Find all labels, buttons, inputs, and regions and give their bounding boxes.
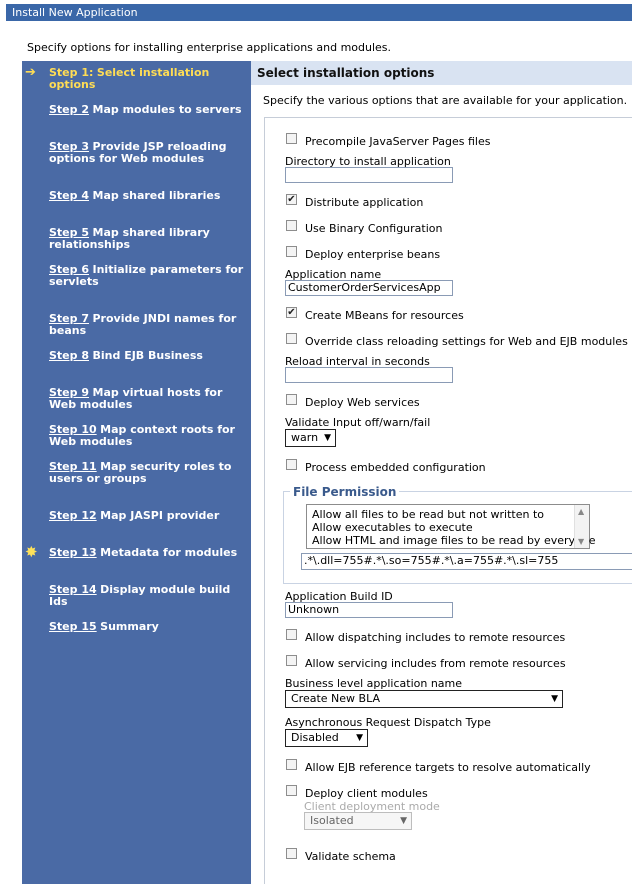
listbox-scrollbar[interactable]: ▲ ▼ bbox=[574, 505, 589, 548]
bla-name-select[interactable]: Create New BLA ▼ bbox=[285, 690, 563, 708]
allow-dispatch-label: Allow dispatching includes to remote res… bbox=[305, 631, 566, 644]
step-14[interactable]: Step 14 Display module build Ids bbox=[49, 584, 249, 608]
step-7[interactable]: Step 7 Provide JNDI names for beans bbox=[49, 313, 249, 337]
deploy-ejb-checkbox[interactable] bbox=[286, 246, 297, 257]
file-permission-listbox[interactable]: Allow all files to be read but not writt… bbox=[306, 504, 596, 549]
dropdown-arrow-icon: ▼ bbox=[356, 733, 363, 743]
precompile-jsp-checkbox[interactable] bbox=[286, 133, 297, 144]
step-15[interactable]: Step 15 Summary bbox=[49, 621, 249, 633]
file-permission-option[interactable]: Allow HTML and image files to be read by… bbox=[312, 534, 596, 547]
step-11[interactable]: Step 11 Map security roles to users or g… bbox=[49, 461, 249, 485]
process-embedded-label: Process embedded configuration bbox=[305, 461, 486, 474]
file-permission-legend: File Permission bbox=[290, 485, 400, 499]
wizard-steps-sidebar: ➔ Step 1: Select installation options St… bbox=[22, 61, 251, 884]
override-reload-checkbox[interactable] bbox=[286, 333, 297, 344]
window-title-bar: Install New Application bbox=[6, 4, 632, 21]
distribute-app-label: Distribute application bbox=[305, 196, 424, 209]
allow-servicing-label: Allow servicing includes from remote res… bbox=[305, 657, 566, 670]
scroll-down-icon[interactable]: ▼ bbox=[578, 537, 584, 546]
dropdown-arrow-icon: ▼ bbox=[400, 816, 407, 826]
step-9[interactable]: Step 9 Map virtual hosts for Web modules bbox=[49, 387, 249, 411]
bla-name-label: Business level application name bbox=[285, 677, 463, 690]
validate-schema-checkbox[interactable] bbox=[286, 848, 297, 859]
allow-ejb-ref-label: Allow EJB reference targets to resolve a… bbox=[305, 761, 591, 774]
file-permission-input[interactable]: .*\.dll=755#.*\.so=755#.*\.a=755#.*\.sl=… bbox=[301, 553, 632, 570]
validate-schema-label: Validate schema bbox=[305, 850, 396, 863]
step-13[interactable]: Step 13 Metadata for modules bbox=[49, 547, 249, 559]
scroll-up-icon[interactable]: ▲ bbox=[578, 507, 584, 516]
allow-ejb-ref-checkbox[interactable] bbox=[286, 759, 297, 770]
create-mbeans-checkbox[interactable]: ✔ bbox=[286, 307, 297, 318]
deploy-ws-checkbox[interactable] bbox=[286, 394, 297, 405]
step-6[interactable]: Step 6 Initialize parameters for servlet… bbox=[49, 264, 249, 288]
create-mbeans-label: Create MBeans for resources bbox=[305, 309, 464, 322]
precompile-jsp-label: Precompile JavaServer Pages files bbox=[305, 135, 491, 148]
validate-input-select[interactable]: warn ▼ bbox=[285, 429, 336, 447]
step-3[interactable]: Step 3 Provide JSP reloading options for… bbox=[49, 141, 249, 165]
deploy-ejb-label: Deploy enterprise beans bbox=[305, 248, 441, 261]
allow-servicing-checkbox[interactable] bbox=[286, 655, 297, 666]
section-header: Select installation options bbox=[251, 61, 632, 85]
binary-config-label: Use Binary Configuration bbox=[305, 222, 443, 235]
validate-input-value: warn bbox=[291, 431, 319, 444]
install-dir-input[interactable] bbox=[285, 167, 453, 183]
file-permission-option[interactable]: Allow all files to be read but not writt… bbox=[312, 508, 544, 521]
binary-config-checkbox[interactable] bbox=[286, 220, 297, 231]
client-mode-value: Isolated bbox=[310, 814, 354, 827]
step-10[interactable]: Step 10 Map context roots for Web module… bbox=[49, 424, 249, 448]
client-mode-select[interactable]: Isolated ▼ bbox=[304, 812, 412, 830]
async-dispatch-value: Disabled bbox=[291, 731, 339, 744]
step-5[interactable]: Step 5 Map shared library relationships bbox=[49, 227, 249, 251]
allow-dispatch-checkbox[interactable] bbox=[286, 629, 297, 640]
async-dispatch-select[interactable]: Disabled ▼ bbox=[285, 729, 368, 747]
distribute-app-checkbox[interactable]: ✔ bbox=[286, 194, 297, 205]
app-name-input[interactable]: CustomerOrderServicesApp bbox=[285, 280, 453, 296]
process-embedded-checkbox[interactable] bbox=[286, 459, 297, 470]
bla-name-value: Create New BLA bbox=[291, 692, 380, 705]
step-8[interactable]: Step 8 Bind EJB Business bbox=[49, 350, 249, 362]
step-12[interactable]: Step 12 Map JASPI provider bbox=[49, 510, 249, 522]
step-2[interactable]: Step 2 Map modules to servers bbox=[49, 104, 249, 116]
file-permission-option[interactable]: Allow executables to execute bbox=[312, 521, 473, 534]
window-title: Install New Application bbox=[12, 6, 138, 19]
deploy-client-checkbox[interactable] bbox=[286, 785, 297, 796]
step-1: Step 1: Select installation options bbox=[49, 66, 210, 91]
dropdown-arrow-icon: ▼ bbox=[551, 694, 558, 704]
deploy-ws-label: Deploy Web services bbox=[305, 396, 420, 409]
reload-interval-input[interactable] bbox=[285, 367, 453, 383]
validate-input-label: Validate Input off/warn/fail bbox=[285, 416, 431, 429]
override-reload-label: Override class reloading settings for We… bbox=[305, 335, 628, 348]
step-4[interactable]: Step 4 Map shared libraries bbox=[49, 190, 249, 202]
section-description: Specify the various options that are ava… bbox=[263, 94, 628, 107]
deploy-client-label: Deploy client modules bbox=[305, 787, 428, 800]
dropdown-arrow-icon: ▼ bbox=[324, 433, 331, 443]
page-intro: Specify options for installing enterpris… bbox=[27, 41, 392, 54]
burst-star-icon: ✸ bbox=[25, 543, 38, 561]
build-id-input[interactable]: Unknown bbox=[285, 602, 453, 618]
async-dispatch-label: Asynchronous Request Dispatch Type bbox=[285, 716, 491, 729]
current-step-arrow-icon: ➔ bbox=[25, 65, 36, 80]
